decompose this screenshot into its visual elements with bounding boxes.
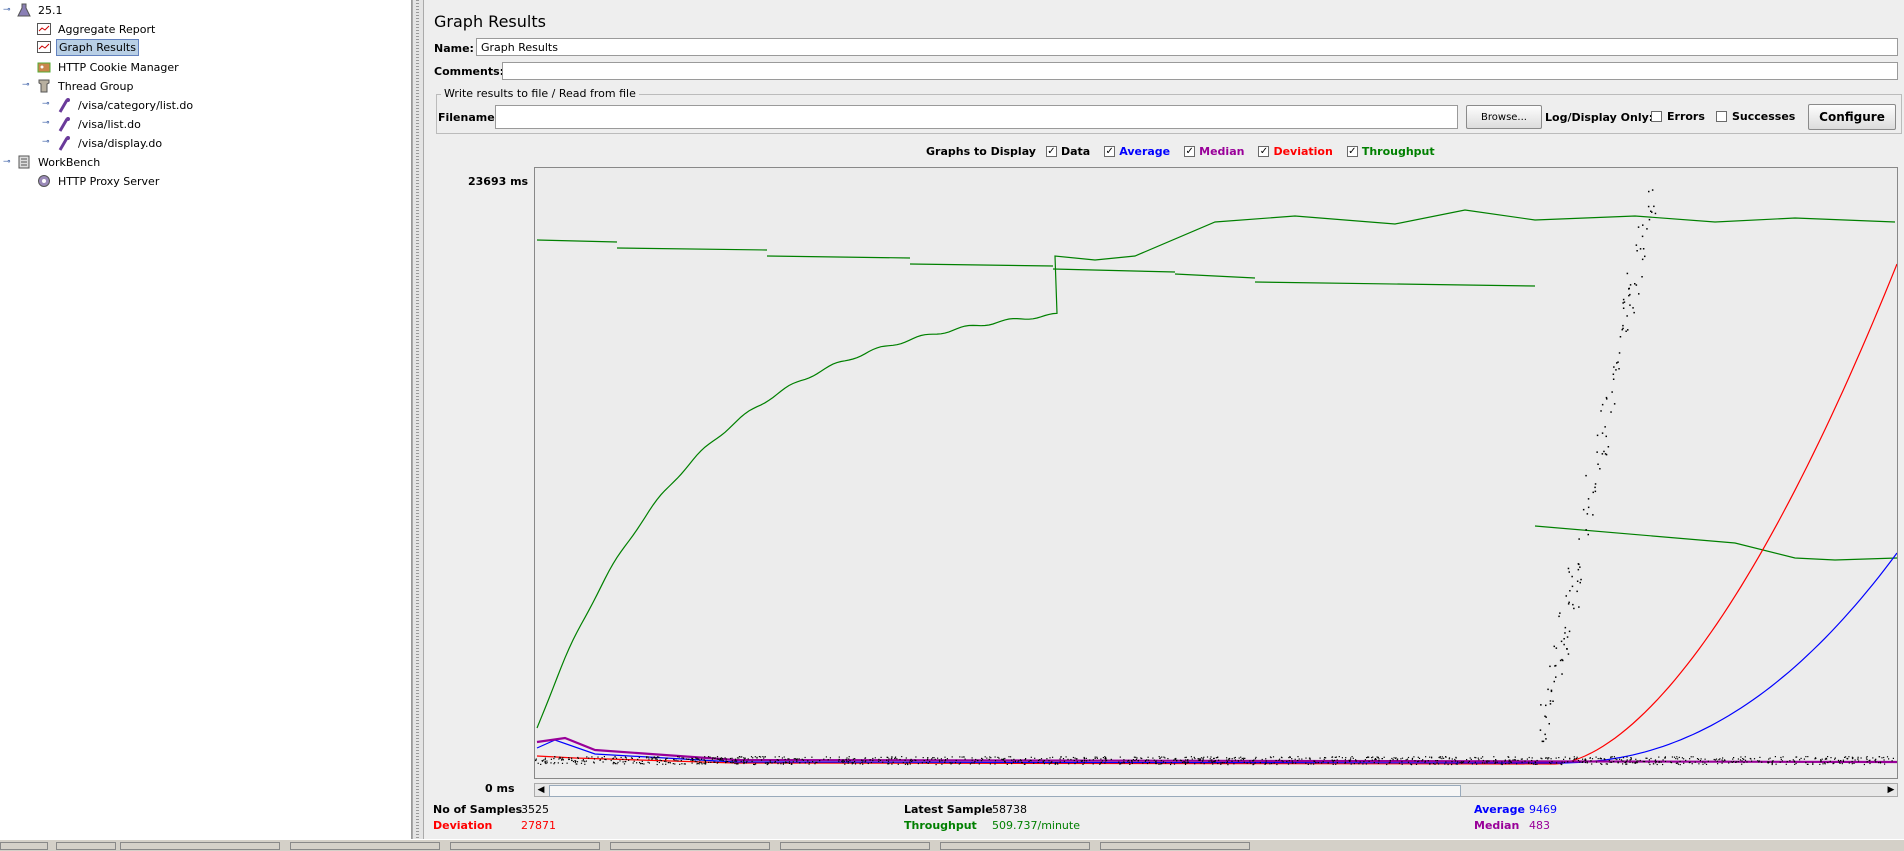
median-label: Median (1199, 145, 1245, 158)
tree-item-proxy-server[interactable]: HTTP Proxy Server (36, 172, 161, 190)
tree-item-label: Aggregate Report (58, 22, 156, 36)
data-label: Data (1060, 145, 1091, 158)
errors-option[interactable]: Errors (1651, 110, 1705, 123)
collapse-toggle-icon[interactable]: ⊸ (3, 6, 11, 15)
data-checkbox[interactable]: ✓ (1045, 146, 1057, 157)
filename-label: Filename (438, 111, 495, 124)
tree-item-sampler-list[interactable]: /visa/list.do (56, 115, 143, 133)
taskbar (0, 839, 1904, 851)
average-stat-value: 9469 (1529, 803, 1557, 816)
name-label: Name: (434, 42, 474, 55)
tree-item-cookie-manager[interactable]: HTTP Cookie Manager (36, 58, 181, 76)
scrollbar-thumb[interactable] (549, 785, 1461, 797)
comments-label: Comments: (434, 65, 505, 78)
tree-item-label: /visa/list.do (78, 117, 141, 131)
samples-value: 3525 (521, 803, 549, 816)
scroll-right-icon[interactable]: ▶ (1885, 784, 1897, 796)
median-stat-label: Median (1474, 819, 1520, 832)
tree-item-label: 25.1 (38, 3, 63, 17)
median-stat-value: 483 (1529, 819, 1550, 832)
deviation-stat-value: 27871 (521, 819, 556, 832)
tree-item-aggregate-report[interactable]: Aggregate Report (36, 20, 157, 38)
graph-option-median[interactable]: ✓ Median (1184, 145, 1244, 158)
test-plan-icon (16, 2, 32, 18)
throughput-label: Throughput (1361, 145, 1435, 158)
throughput-line (536, 209, 1896, 729)
median-checkbox[interactable]: ✓ (1184, 146, 1196, 157)
tree-item-label: /visa/category/list.do (78, 98, 194, 112)
filename-input[interactable] (495, 105, 1458, 129)
cookie-manager-icon (36, 59, 52, 75)
latest-sample-label: Latest Sample (904, 803, 993, 816)
sampler-toggle-icon[interactable]: ⊸ (42, 119, 50, 128)
throughput-tail-line (1534, 525, 1898, 561)
graph-horizontal-scrollbar[interactable]: ◀ ▶ (534, 783, 1898, 797)
sampler-icon (56, 135, 72, 151)
successes-label: Successes (1732, 110, 1796, 123)
deviation-label: Deviation (1273, 145, 1333, 158)
tree-item-label: HTTP Cookie Manager (58, 60, 179, 74)
graph-option-deviation[interactable]: ✓ Deviation (1258, 145, 1333, 158)
graph-results-panel: Graph Results Name: Graph Results Commen… (424, 0, 1904, 839)
log-display-label: Log/Display Only: (1545, 111, 1654, 124)
errors-checkbox[interactable] (1651, 111, 1662, 122)
tree-item-sampler-display[interactable]: /visa/display.do (56, 134, 164, 152)
tree-item-graph-results[interactable]: Graph Results (36, 38, 139, 56)
errors-label: Errors (1667, 110, 1705, 123)
throughput-stat-value: 509.737/minute (992, 819, 1080, 832)
samples-label: No of Samples (433, 803, 523, 816)
tree-item-label: Thread Group (58, 79, 134, 93)
collapse-toggle-icon[interactable]: ⊸ (22, 81, 30, 90)
tree-item-thread-group[interactable]: Thread Group (36, 77, 135, 95)
graphs-to-display: Graphs to Display ✓ Data ✓ Average ✓ Med… (926, 145, 1443, 158)
results-graph (534, 167, 1898, 779)
tree-item-test-plan[interactable]: 25.1 (16, 1, 65, 19)
report-icon (36, 21, 52, 37)
configure-button[interactable]: Configure (1808, 104, 1896, 130)
average-checkbox[interactable]: ✓ (1104, 146, 1116, 157)
tree-item-label: WorkBench (38, 155, 101, 169)
successes-checkbox[interactable] (1716, 111, 1727, 122)
sampler-toggle-icon[interactable]: ⊸ (42, 100, 50, 109)
sampler-icon (56, 97, 72, 113)
throughput-checkbox[interactable]: ✓ (1346, 146, 1358, 157)
successes-option[interactable]: Successes (1716, 110, 1795, 123)
deviation-stat-label: Deviation (433, 819, 493, 832)
graphs-to-display-label: Graphs to Display (926, 145, 1036, 158)
sampler-icon (56, 116, 72, 132)
test-plan-tree[interactable]: ⊸ 25.1 Aggregate Report Graph Results HT… (0, 0, 412, 839)
split-pane-divider[interactable] (412, 0, 424, 839)
deviation-line (536, 263, 1898, 765)
collapse-toggle-icon[interactable]: ⊸ (3, 158, 11, 167)
average-label: Average (1119, 145, 1171, 158)
graph-option-throughput[interactable]: ✓ Throughput (1346, 145, 1435, 158)
graph-icon (36, 39, 52, 55)
deviation-checkbox[interactable]: ✓ (1258, 146, 1270, 157)
page-title: Graph Results (434, 12, 546, 31)
name-field[interactable]: Graph Results (476, 38, 1898, 56)
file-group-title: Write results to file / Read from file (441, 87, 639, 100)
results-graph-canvas (535, 189, 1898, 766)
sampler-toggle-icon[interactable]: ⊸ (42, 138, 50, 147)
tree-item-label: /visa/display.do (78, 136, 163, 150)
y-axis-max-label: 23693 ms (468, 175, 529, 188)
tree-item-sampler-category-list[interactable]: /visa/category/list.do (56, 96, 195, 114)
median-line (536, 736, 1898, 764)
scroll-left-icon[interactable]: ◀ (535, 784, 547, 796)
thread-group-icon (36, 78, 52, 94)
graph-option-data[interactable]: ✓ Data (1045, 145, 1091, 158)
comments-field[interactable] (502, 62, 1898, 80)
tree-item-workbench[interactable]: WorkBench (16, 153, 102, 171)
throughput-stat-label: Throughput (904, 819, 977, 832)
graph-option-average[interactable]: ✓ Average (1104, 145, 1170, 158)
y-axis-min-label: 0 ms (485, 782, 515, 795)
throughput-steps-line (536, 239, 1536, 287)
latest-sample-value: 58738 (992, 803, 1027, 816)
workbench-icon (16, 154, 32, 170)
tree-item-label: HTTP Proxy Server (58, 174, 160, 188)
average-stat-label: Average (1474, 803, 1525, 816)
proxy-icon (36, 173, 52, 189)
tree-item-label: Graph Results (56, 38, 139, 56)
browse-button[interactable]: Browse... (1466, 105, 1542, 129)
